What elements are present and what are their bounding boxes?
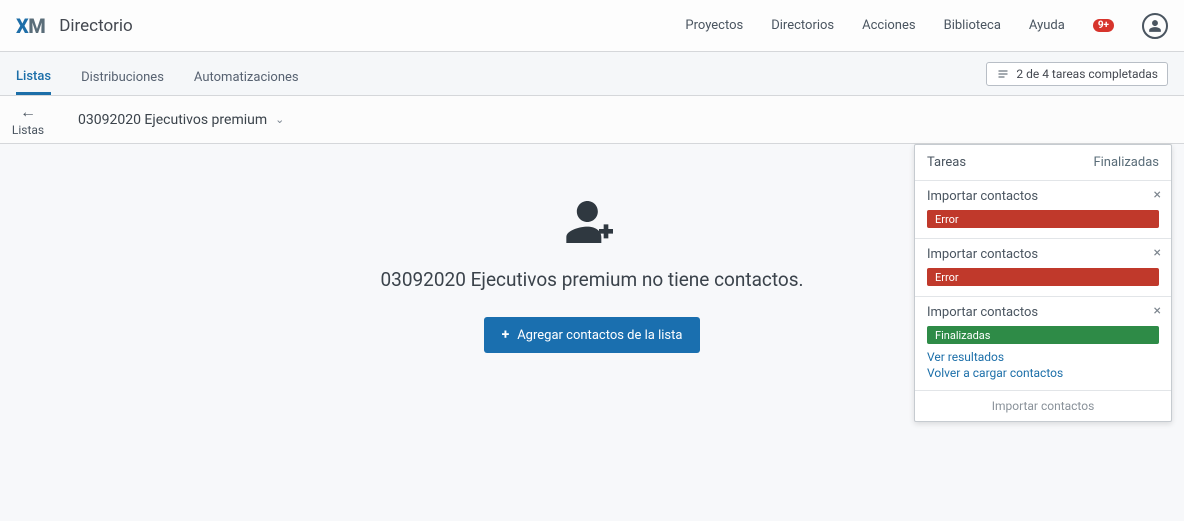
sub-nav: Listas Distribuciones Automatizaciones 2… — [0, 52, 1184, 96]
add-person-icon — [564, 194, 620, 250]
nav-proyectos[interactable]: Proyectos — [685, 18, 743, 33]
nav-biblioteca[interactable]: Biblioteca — [944, 18, 1001, 33]
back-label: Listas — [12, 123, 44, 137]
task-title: Importar contactos — [927, 305, 1159, 320]
empty-message: 03092020 Ejecutivos premium no tiene con… — [380, 268, 803, 291]
chevron-down-icon: ⌄ — [275, 113, 284, 126]
plus-icon: + — [502, 327, 510, 343]
add-contacts-label: Agregar contactos de la lista — [517, 328, 682, 343]
nav-ayuda[interactable]: Ayuda — [1029, 18, 1065, 33]
top-nav: Proyectos Directorios Acciones Bibliotec… — [685, 13, 1168, 39]
tab-distribuciones[interactable]: Distribuciones — [81, 70, 164, 95]
task-link-reload[interactable]: Volver a cargar contactos — [927, 366, 1159, 380]
back-button[interactable]: ← Listas — [0, 102, 56, 137]
task-status-bar: Error — [927, 268, 1159, 286]
task-title: Importar contactos — [927, 247, 1159, 262]
nav-directorios[interactable]: Directorios — [771, 18, 834, 33]
account-menu[interactable] — [1142, 13, 1168, 39]
tasks-icon — [996, 68, 1010, 80]
logo: XM — [16, 14, 45, 38]
list-name-dropdown[interactable]: 03092020 Ejecutivos premium ⌄ — [78, 112, 284, 128]
tasks-summary-button[interactable]: 2 de 4 tareas completadas — [986, 62, 1168, 86]
tasks-panel-status: Finalizadas — [1093, 155, 1159, 170]
tasks-panel-footer: Importar contactos — [915, 390, 1171, 421]
logo-m: M — [28, 14, 45, 38]
task-status-text: Error — [935, 213, 959, 226]
tasks-panel-title: Tareas — [927, 155, 966, 170]
list-name: 03092020 Ejecutivos premium — [78, 112, 267, 128]
add-contacts-button[interactable]: + Agregar contactos de la lista — [484, 317, 701, 353]
task-status-bar: Finalizadas — [927, 326, 1159, 344]
task-status-text: Error — [935, 271, 959, 284]
tab-automatizaciones[interactable]: Automatizaciones — [194, 70, 299, 95]
task-item: Importar contactos × Finalizadas Ver res… — [915, 296, 1171, 390]
task-link-results[interactable]: Ver resultados — [927, 350, 1159, 364]
top-bar: XM Directorio Proyectos Directorios Acci… — [0, 0, 1184, 52]
notifications-badge: 9+ — [1093, 19, 1114, 32]
tabs: Listas Distribuciones Automatizaciones — [16, 52, 299, 95]
task-item: Importar contactos × Error — [915, 180, 1171, 238]
arrow-left-icon: ← — [20, 102, 36, 122]
person-icon — [1148, 19, 1162, 33]
task-item: Importar contactos × Error — [915, 238, 1171, 296]
brand-area: XM Directorio — [16, 14, 133, 38]
logo-x: X — [16, 14, 28, 38]
close-icon[interactable]: × — [1154, 303, 1161, 319]
tasks-panel-header: Tareas Finalizadas — [915, 155, 1171, 180]
task-status-bar: Error — [927, 210, 1159, 228]
section-title: Directorio — [59, 16, 133, 36]
tasks-panel: Tareas Finalizadas Importar contactos × … — [914, 144, 1172, 422]
close-icon[interactable]: × — [1154, 245, 1161, 261]
task-status-text: Finalizadas — [935, 329, 990, 342]
task-title: Importar contactos — [927, 189, 1159, 204]
notifications-button[interactable]: 9+ — [1093, 19, 1114, 32]
main-area: 03092020 Ejecutivos premium no tiene con… — [0, 144, 1184, 521]
close-icon[interactable]: × — [1154, 187, 1161, 203]
nav-acciones[interactable]: Acciones — [862, 18, 915, 33]
tasks-summary-text: 2 de 4 tareas completadas — [1016, 67, 1158, 81]
tab-listas[interactable]: Listas — [16, 69, 51, 95]
breadcrumb-row: ← Listas 03092020 Ejecutivos premium ⌄ — [0, 96, 1184, 144]
task-links: Ver resultados Volver a cargar contactos — [927, 350, 1159, 380]
